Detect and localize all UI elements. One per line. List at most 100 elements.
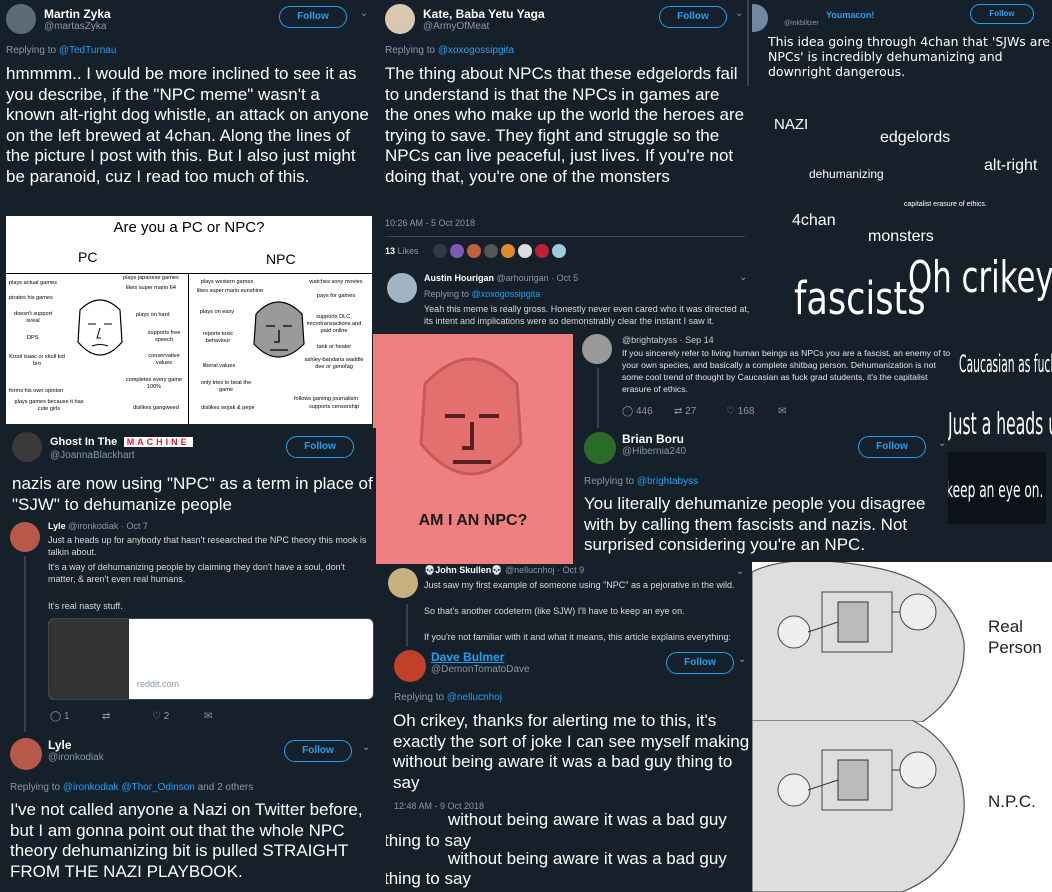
reply-count: 1 (63, 711, 70, 722)
retweet-icon: ⇄ (674, 406, 683, 417)
avatar[interactable] (535, 244, 549, 258)
author-handle[interactable]: @inkblitzer (784, 20, 874, 27)
like-action[interactable]: ♡ 168 (726, 406, 754, 417)
reply-action[interactable]: ◯ 1 (50, 711, 70, 722)
head-diagram-bottom (752, 720, 965, 892)
list-item: supports censorship (308, 404, 360, 410)
follow-button[interactable]: Follow (659, 6, 727, 28)
menu-chevron-icon[interactable]: ⌄ (360, 8, 368, 19)
tweet-dave-bulmer: Dave Bulmer @DemonTomatoDave Follow ⌄ Re… (386, 648, 750, 892)
tweet-text: The thing about NPCs that these edgelord… (385, 64, 745, 186)
menu-chevron-icon[interactable]: ⌄ (735, 8, 743, 19)
word-dehumanizing: dehumanizing (809, 167, 884, 181)
author-handle[interactable]: @ironkodiak · Oct 7 (68, 521, 148, 531)
author-name[interactable]: Brian Boru (622, 432, 686, 446)
reply-action[interactable]: ◯ 446 (622, 406, 653, 417)
reply-link[interactable]: @nellucnhoj (447, 692, 502, 703)
author-name[interactable]: Dave Bulmer (431, 650, 530, 664)
list-item: doesn't support isreal (13, 311, 53, 324)
avatar[interactable] (518, 244, 532, 258)
avatar[interactable] (388, 568, 418, 598)
menu-chevron-icon[interactable]: ⌄ (738, 654, 746, 665)
avatar[interactable] (752, 4, 768, 32)
retweet-action[interactable]: ⇄ 27 (674, 406, 696, 417)
author-name[interactable]: Ghost In The (50, 436, 117, 448)
author-handle[interactable]: @Hibernia240 (622, 446, 686, 457)
author-handle[interactable]: @JoannaBlackhart (50, 450, 193, 461)
avatar[interactable] (467, 244, 481, 258)
list-item: plays games because it has cute girls (14, 399, 84, 412)
list-item: pirates his games (9, 295, 53, 301)
avatar[interactable] (501, 244, 515, 258)
reply-link[interactable]: @xoxogossipgita (438, 45, 514, 56)
like-action[interactable]: ♡ 2 (152, 711, 169, 722)
author-name[interactable]: Kate, Baba Yetu Yaga (423, 7, 545, 21)
reply-icon: ◯ (622, 406, 634, 417)
menu-chevron-icon[interactable]: ⌄ (739, 272, 747, 283)
reply-count: 446 (635, 406, 653, 417)
divider-vertical (188, 273, 189, 424)
skull-icon: 💀 (424, 565, 436, 575)
author-handle[interactable]: @arhourigan · Oct 5 (497, 273, 579, 283)
link-card[interactable]: reddit.com (48, 618, 374, 700)
follow-button[interactable]: Follow (666, 652, 734, 674)
avatar[interactable] (12, 432, 42, 462)
list-item: dislikes gangweed (133, 405, 179, 411)
tweet-text: Yeah this meme is really gross. Honestly… (424, 304, 750, 326)
avatar[interactable] (387, 273, 417, 303)
word-keep-eye: keep an eye on. (946, 478, 1044, 502)
author-name[interactable]: Lyle (48, 738, 104, 752)
author-name[interactable]: Martin Zyka (44, 7, 111, 21)
author-name[interactable]: John Skullen (435, 565, 491, 575)
link-domain[interactable]: reddit.com (137, 679, 179, 689)
thread-line (597, 368, 599, 432)
tweet-text: hmmmm.. I would be more inclined to see … (6, 64, 369, 186)
tweet-brightabyss: @brightabyss · Sep 14 If you sincerely r… (576, 334, 950, 428)
follow-button[interactable]: Follow (279, 6, 347, 28)
avatar[interactable] (450, 244, 464, 258)
likes-count-row[interactable]: 13 Likes (385, 246, 419, 256)
author-handle[interactable]: @ArmyOfMeat (423, 21, 545, 32)
avatar[interactable] (433, 244, 447, 258)
timestamp: 10:26 AM - 5 Oct 2018 (385, 218, 476, 228)
author-handle[interactable]: @DemonTomatoDave (431, 664, 530, 675)
menu-chevron-icon[interactable]: ⌄ (938, 438, 946, 449)
avatar[interactable] (582, 334, 612, 364)
author-handle[interactable]: @nellucnhoj · Oct 9 (505, 565, 584, 575)
avatar[interactable] (385, 4, 415, 34)
avatar[interactable] (6, 4, 36, 34)
author-name[interactable]: Austin Hourigan (424, 273, 494, 283)
avatar[interactable] (552, 244, 566, 258)
mail-icon[interactable]: ✉ (778, 406, 786, 417)
follow-button[interactable]: Follow (284, 740, 352, 762)
avatar[interactable] (484, 244, 498, 258)
real-person-npc-panel[interactable]: Real Person N.P.C. (752, 562, 1052, 892)
heart-icon: ♡ (726, 406, 735, 417)
reply-link[interactable]: @ironkodiak @Thor_Odinson (63, 782, 195, 793)
author-name[interactable]: Youmacon! (826, 10, 874, 20)
avatar[interactable] (394, 650, 426, 682)
avatar[interactable] (584, 432, 616, 464)
menu-chevron-icon[interactable]: ⌄ (736, 566, 744, 577)
follow-button[interactable]: Follow (286, 436, 354, 458)
follow-button[interactable]: Follow (858, 436, 926, 458)
retweet-icon[interactable]: ⇄ (102, 711, 110, 722)
menu-chevron-icon[interactable]: ⌄ (362, 742, 370, 753)
reply-link[interactable]: @brightabyss (637, 476, 698, 487)
reply-link[interactable]: @xoxogossipgita (472, 289, 541, 299)
author-name[interactable]: Lyle (48, 521, 66, 531)
npc-meme-card[interactable]: AM I AN NPC? (373, 334, 573, 564)
mail-icon[interactable]: ✉ (204, 711, 212, 722)
reply-prefix: Replying to (424, 289, 470, 299)
author-handle[interactable]: @brightabyss · Sep 14 (622, 335, 714, 345)
reply-link[interactable]: @TedTurnau (59, 45, 117, 56)
tweet-text: nazis are now using "NPC" as a term in p… (12, 474, 373, 514)
avatar[interactable] (10, 522, 40, 552)
author-handle[interactable]: @martasZyka (44, 21, 111, 32)
avatar[interactable] (10, 738, 42, 770)
pc-npc-image[interactable]: Are you a PC or NPC? PC NPC plays actual… (6, 216, 372, 424)
follow-button[interactable]: Follow (970, 4, 1034, 24)
author-handle[interactable]: @ironkodiak (48, 752, 104, 763)
list-item: Krool isaac or skull kid bro (9, 354, 65, 367)
list-item: plays actual games (9, 280, 57, 286)
